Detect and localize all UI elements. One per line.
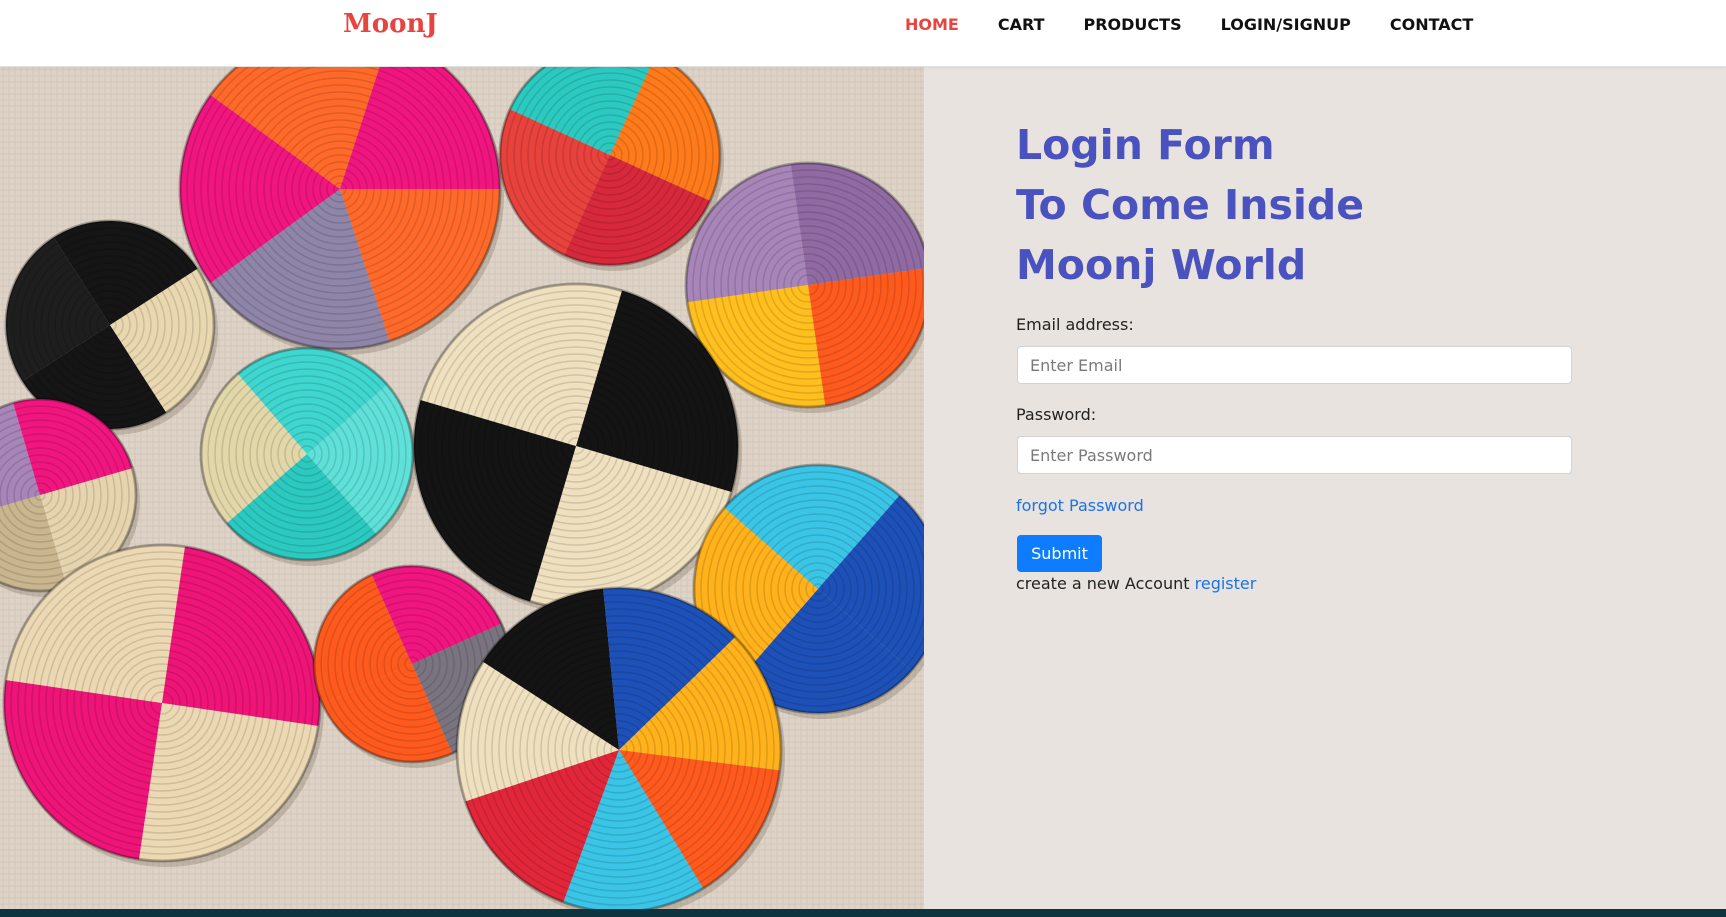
site-header: MoonJ HOME CART PRODUCTS LOGIN/SIGNUP CO… (0, 0, 1726, 67)
nav-login-signup[interactable]: LOGIN/SIGNUP (1221, 15, 1351, 35)
login-panel: Login Form To Come Inside Moonj World Em… (924, 67, 1726, 909)
hero-baskets-image (0, 67, 924, 909)
password-label: Password: (1016, 405, 1097, 424)
woven-baskets-image (0, 67, 924, 909)
title-line-3: Moonj World (1016, 241, 1307, 289)
main-nav: HOME CART PRODUCTS LOGIN/SIGNUP CONTACT (905, 15, 1512, 35)
login-title: Login Form To Come Inside Moonj World (1016, 115, 1364, 295)
forgot-password-link[interactable]: forgot Password (1016, 496, 1144, 515)
email-field[interactable] (1017, 346, 1572, 384)
create-account-text: create a new Account (1016, 574, 1190, 593)
nav-products[interactable]: PRODUCTS (1083, 15, 1181, 35)
submit-button[interactable]: Submit (1017, 535, 1102, 572)
nav-contact[interactable]: CONTACT (1390, 15, 1473, 35)
nav-home[interactable]: HOME (905, 15, 959, 35)
password-field[interactable] (1017, 436, 1572, 474)
title-line-2: To Come Inside (1016, 181, 1365, 229)
register-prompt: create a new Account register (1016, 574, 1256, 593)
nav-cart[interactable]: CART (998, 15, 1045, 35)
title-line-1: Login Form (1016, 121, 1275, 169)
footer-bar (0, 909, 1726, 917)
basket-shape (455, 586, 785, 909)
logo[interactable]: MoonJ (343, 9, 438, 39)
register-link[interactable]: register (1195, 574, 1257, 593)
email-label: Email address: (1016, 315, 1134, 334)
